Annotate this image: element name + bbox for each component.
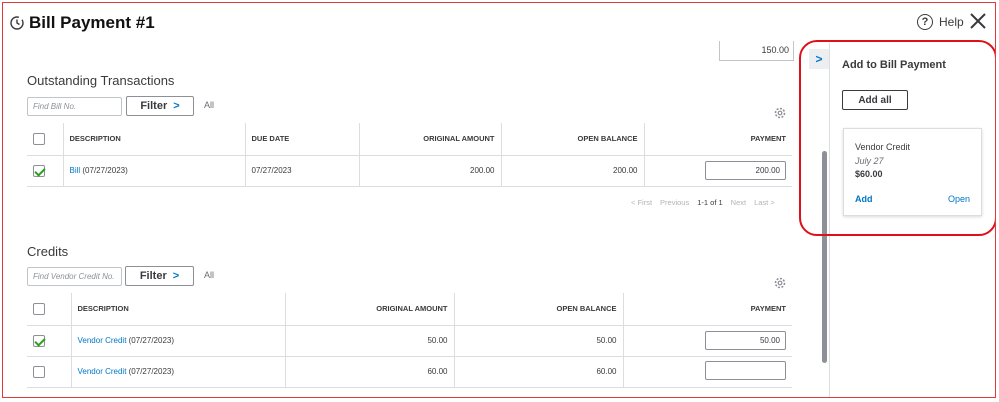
row-description: Bill (07/27/2023) (63, 155, 246, 187)
help-icon: ? (917, 14, 933, 30)
table-row: Bill (07/27/2023) 07/27/2023 200.00 200.… (27, 155, 792, 187)
find-vendor-credit-input[interactable]: Find Vendor Credit No. (27, 267, 122, 286)
outstanding-table: DESCRIPTION DUE DATE ORIGINAL AMOUNT OPE… (27, 123, 792, 187)
help-button[interactable]: ? Help (917, 14, 964, 30)
panel-collapse-button[interactable]: > (809, 49, 829, 69)
table-row: Vendor Credit (07/27/2023) 60.00 60.00 (27, 356, 792, 388)
add-all-button[interactable]: Add all (842, 90, 908, 110)
payment-input[interactable] (705, 361, 786, 380)
all-label: All (204, 100, 215, 110)
select-all-checkbox[interactable] (33, 132, 45, 145)
row-open-balance: 60.00 (454, 356, 624, 388)
card-title: Vendor Credit (855, 142, 911, 152)
outstanding-transactions-title: Outstanding Transactions (27, 73, 175, 88)
history-clock-icon[interactable] (9, 15, 25, 31)
row-checkbox[interactable] (33, 334, 45, 347)
payment-input[interactable]: 50.00 (705, 331, 786, 350)
row-description: Vendor Credit (07/27/2023) (71, 356, 286, 388)
table-header-row: DESCRIPTION DUE DATE ORIGINAL AMOUNT OPE… (27, 123, 792, 156)
col-description[interactable]: DESCRIPTION (63, 123, 246, 156)
all-label: All (204, 270, 215, 280)
vendor-credit-link[interactable]: Vendor Credit (78, 336, 127, 345)
page-title: Bill Payment #1 (29, 13, 155, 32)
find-bill-input[interactable]: Find Bill No. (27, 97, 122, 116)
col-payment[interactable]: PAYMENT (623, 293, 792, 326)
filter-label: Filter (139, 270, 167, 282)
col-payment[interactable]: PAYMENT (644, 123, 792, 156)
select-all-cell (27, 293, 72, 326)
card-add-link[interactable]: Add (855, 194, 873, 204)
filter-button[interactable]: Filter > (126, 96, 194, 116)
credits-title: Credits (27, 244, 69, 259)
scrollbar-thumb[interactable] (822, 151, 827, 363)
bill-payment-window: Bill Payment #1 ? Help 150.00 Outstandin… (2, 2, 996, 398)
row-payment-cell: 50.00 (623, 325, 792, 357)
col-due-date[interactable]: DUE DATE (245, 123, 360, 156)
table-row: Vendor Credit (07/27/2023) 50.00 50.00 5… (27, 325, 792, 357)
row-checkbox-cell (27, 356, 72, 388)
pager-first[interactable]: < First (631, 198, 652, 207)
credits-table: DESCRIPTION ORIGINAL AMOUNT OPEN BALANCE… (27, 293, 792, 388)
col-original-amount[interactable]: ORIGINAL AMOUNT (285, 293, 455, 326)
row-original-amount: 60.00 (285, 356, 455, 388)
row-due-date: 07/27/2023 (245, 155, 360, 187)
credits-filter-button[interactable]: Filter > (125, 266, 194, 286)
vendor-credit-date-text: (07/27/2023) (126, 367, 175, 376)
chevron-right-icon: > (173, 100, 180, 112)
card-open-link[interactable]: Open (948, 194, 970, 204)
vendor-credit-date-text: (07/27/2023) (126, 336, 175, 345)
chevron-right-icon: > (172, 270, 180, 282)
row-checkbox[interactable] (33, 365, 45, 378)
pager-next[interactable]: Next (731, 198, 746, 207)
table-header-row: DESCRIPTION ORIGINAL AMOUNT OPEN BALANCE… (27, 293, 792, 326)
col-open-balance[interactable]: OPEN BALANCE (454, 293, 624, 326)
select-all-checkbox[interactable] (33, 302, 45, 315)
row-checkbox[interactable] (33, 164, 45, 177)
vendor-credit-card: Vendor Credit July 27 $60.00 Add Open (843, 128, 982, 216)
chevron-right-icon: > (815, 52, 823, 66)
pagination: < First Previous 1-1 of 1 Next Last > (631, 198, 775, 207)
row-checkbox-cell (27, 325, 72, 357)
amount-field[interactable]: 150.00 (719, 41, 794, 61)
panel-title: Add to Bill Payment (842, 59, 946, 71)
col-open-balance[interactable]: OPEN BALANCE (501, 123, 645, 156)
pager-last[interactable]: Last > (754, 198, 775, 207)
row-open-balance: 200.00 (501, 155, 645, 187)
row-checkbox-cell (27, 155, 64, 187)
gear-icon[interactable] (773, 276, 787, 290)
col-original-amount[interactable]: ORIGINAL AMOUNT (359, 123, 502, 156)
row-description: Vendor Credit (07/27/2023) (71, 325, 286, 357)
close-icon[interactable] (968, 11, 988, 31)
payment-input[interactable]: 200.00 (705, 161, 786, 180)
bill-date-text: (07/27/2023) (80, 166, 128, 175)
row-original-amount: 50.00 (285, 325, 455, 357)
row-payment-cell (623, 356, 792, 388)
select-all-cell (27, 123, 64, 156)
row-payment-cell: 200.00 (644, 155, 792, 187)
row-open-balance: 50.00 (454, 325, 624, 357)
filter-label: Filter (140, 100, 168, 112)
row-original-amount: 200.00 (359, 155, 502, 187)
bill-link[interactable]: Bill (70, 166, 81, 175)
card-date: July 27 (855, 156, 884, 166)
pager-range: 1-1 of 1 (697, 198, 723, 207)
gear-icon[interactable] (773, 106, 787, 120)
vendor-credit-link[interactable]: Vendor Credit (78, 367, 127, 376)
col-description[interactable]: DESCRIPTION (71, 293, 286, 326)
help-label: Help (939, 15, 964, 29)
pager-previous[interactable]: Previous (660, 198, 689, 207)
card-amount: $60.00 (855, 169, 883, 179)
